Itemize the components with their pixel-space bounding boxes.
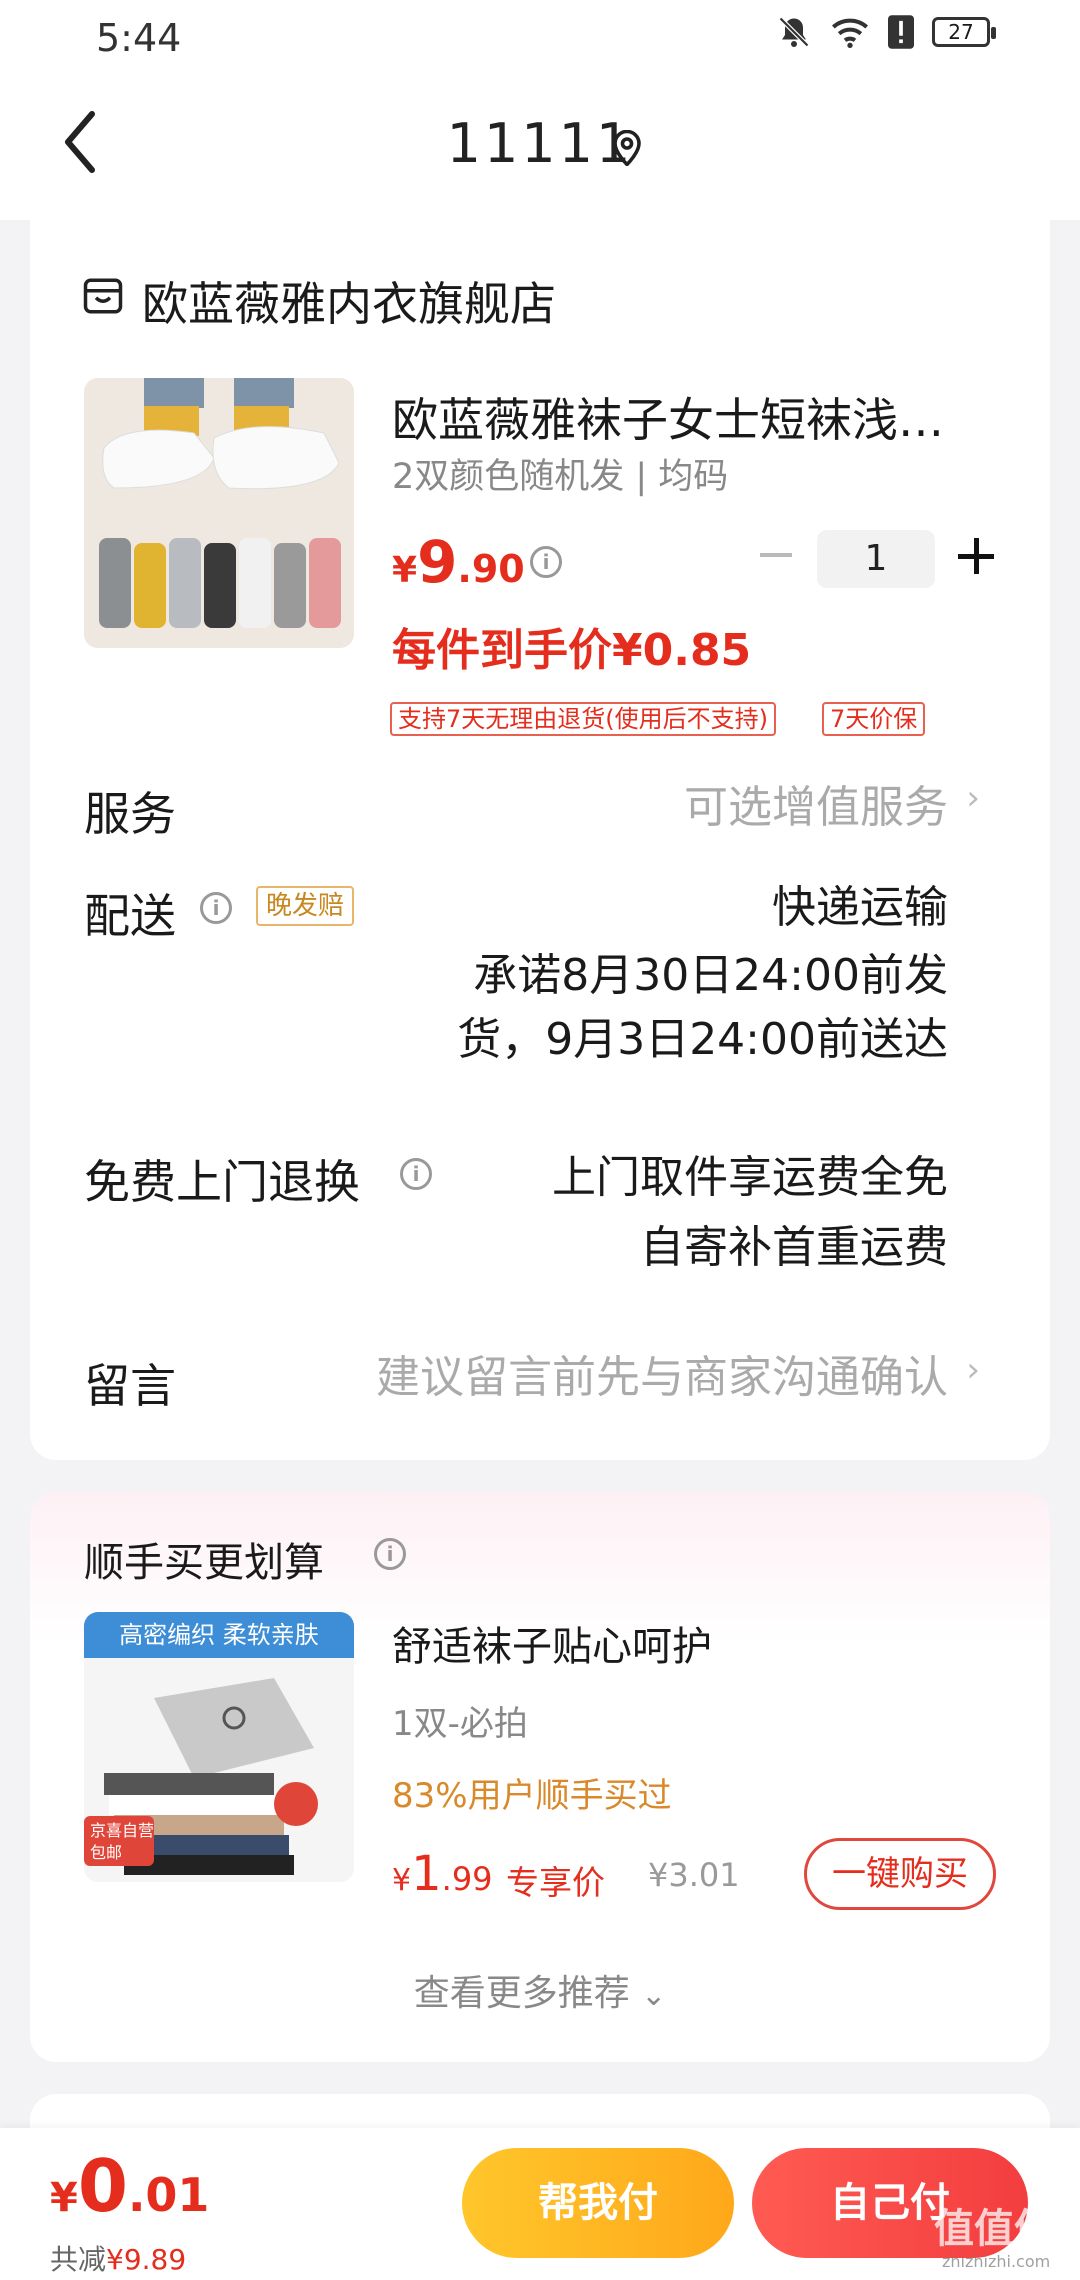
recommend-bought-rate: 83%用户顺手买过 [392,1776,672,1816]
recommend-price-currency: ¥ [392,1863,412,1898]
delivery-method: 快递运输 [772,882,948,933]
recommend-price-decimal: .99 [441,1860,493,1898]
message-label: 留言 [84,1359,176,1413]
return-info-icon[interactable]: i [400,1158,432,1190]
quantity-decrease-button[interactable] [760,553,792,557]
message-input[interactable]: 建议留言前先与商家沟通确认 [376,1346,948,1410]
more-recommendations-link[interactable]: 查看更多推荐 ⌄ [0,1964,1080,2016]
return-policy-tag: 支持7天无理由退货(使用后不支持) [390,702,776,736]
unit-price: 每件到手价¥0.85 [392,625,752,676]
price-protect-tag: 7天价保 [822,702,926,736]
product-title[interactable]: 欧蓝薇雅袜子女士短袜浅… [392,384,972,450]
sim-alert-icon [888,15,914,49]
original-price: ¥3.01 [648,1856,740,1894]
location-pin-icon[interactable] [612,129,642,170]
service-chevron-icon[interactable]: › [966,778,980,818]
product-image[interactable] [84,378,354,648]
watermark-url: zhizhizhi.com [942,2252,1051,2271]
service-label: 服务 [84,787,176,841]
recommend-info-icon[interactable]: i [374,1538,406,1570]
bell-off-icon [778,16,810,48]
recommend-image[interactable]: 高密编织 柔软亲肤 京喜自营 包邮 [84,1612,354,1882]
return-value-line1: 上门取件享运费全免 [552,1152,948,1203]
quantity-input[interactable]: 1 [817,530,935,588]
return-value-line2: 自寄补首重运费 [640,1222,948,1273]
recommend-title: 顺手买更划算 [84,1540,324,1586]
quantity-increase-button[interactable] [958,538,994,574]
delivery-promise-line2: 货，9月3日24:00前送达 [457,1014,948,1065]
shop-bag-icon [82,275,124,321]
chevron-down-icon: ⌄ [641,1978,667,2013]
one-click-buy-button[interactable]: 一键购买 [804,1838,996,1910]
help-me-pay-button[interactable]: 帮我付 [462,2148,734,2258]
recommend-product-name[interactable]: 舒适袜子贴心呵护 [392,1614,712,1672]
delivery-promise-line1: 承诺8月30日24:00前发 [473,950,948,1001]
recommend-product-spec: 1双-必拍 [392,1704,528,1744]
delivery-info-icon[interactable]: i [200,892,232,924]
price-decimal: .90 [457,547,525,591]
delivery-label: 配送 [84,889,176,943]
exclusive-price-label: 专享价 [506,1863,605,1902]
status-icons: 27 [776,14,996,50]
watermark-logo: 值值值 [934,2206,1054,2252]
recommend-image-banner: 高密编织 柔软亲肤 [84,1612,354,1658]
free-return-label: 免费上门退换 [84,1155,360,1209]
total-decimal: .01 [127,2168,210,2222]
total-currency: ¥ [50,2175,78,2221]
price-currency: ¥ [392,550,418,591]
service-value[interactable]: 可选增值服务 [684,776,948,840]
recommend-price: ¥ 1 .99 [392,1846,493,1902]
status-time: 5:44 [96,16,182,60]
discount-total: 共减¥9.89 [50,2238,186,2278]
product-price: ¥ 9 .90 [392,528,525,596]
message-chevron-icon[interactable]: › [966,1350,980,1390]
total-price: ¥ 0 .01 [50,2144,209,2228]
price-integer: 9 [417,528,458,596]
wifi-icon [832,18,868,48]
price-info-icon[interactable]: i [530,546,562,578]
product-spec[interactable]: 2双颜色随机发 | 均码 [392,448,728,499]
late-compensation-badge: 晚发赔 [256,886,355,926]
shop-name[interactable]: 欧蓝薇雅内衣旗舰店 [142,268,556,334]
recommend-price-integer: 1 [411,1846,442,1902]
discount-label: 共减 [50,2243,107,2276]
recommend-image-badge: 京喜自营 包邮 [90,1821,155,1862]
more-recommendations-label: 查看更多推荐 [413,1973,630,2014]
battery-icon: 27 [932,17,996,47]
total-integer: 0 [77,2144,128,2228]
page-title: 11111 [446,112,634,175]
discount-amount: ¥9.89 [106,2243,187,2276]
